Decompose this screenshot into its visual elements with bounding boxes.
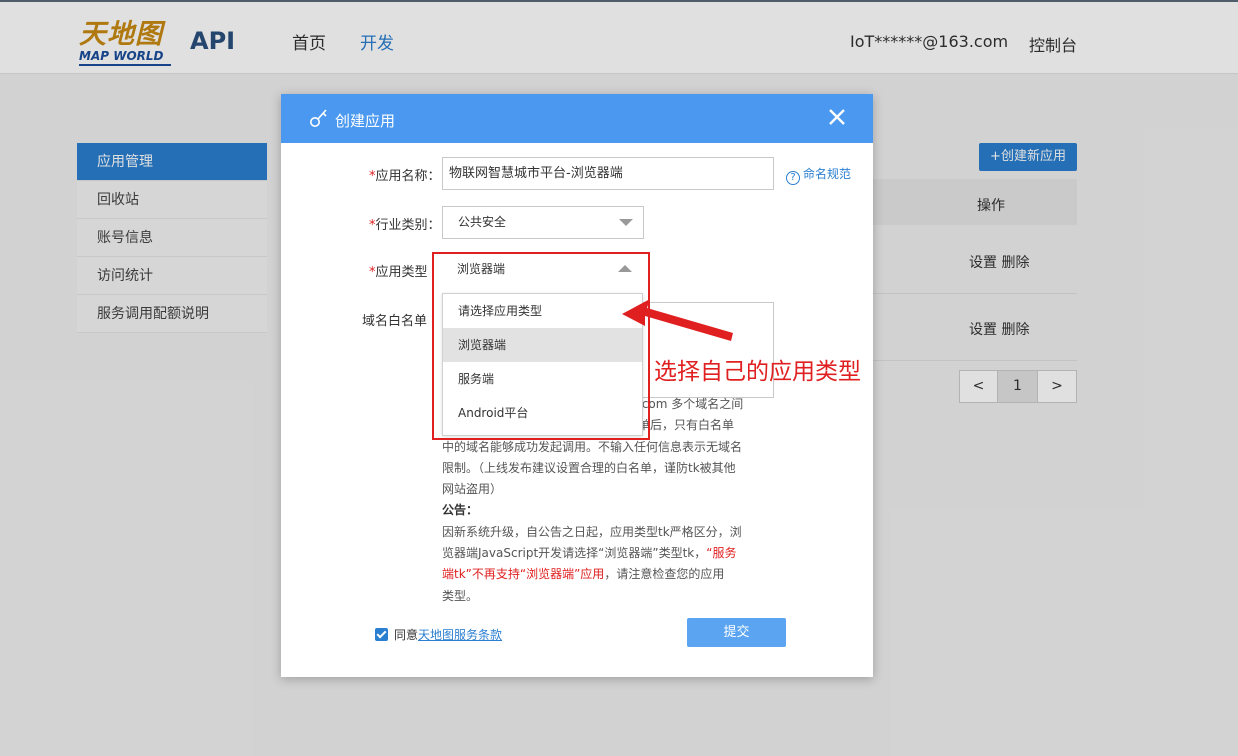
question-icon: ? <box>786 171 800 185</box>
app-type-label: *应用类型 <box>369 265 428 280</box>
submit-button[interactable]: 提交 <box>687 618 786 647</box>
announcement-line: 览器端JavaScript开发请选择“浏览器端”类型tk，“服务 <box>442 546 737 561</box>
agree-prefix: 同意 <box>394 628 419 642</box>
app-name-input[interactable]: 物联网智慧城市平台-浏览器端 <box>442 157 774 190</box>
note-line: 网站盗用） <box>442 482 503 497</box>
modal-title: 创建应用 <box>335 112 396 130</box>
industry-select[interactable]: 公共安全 <box>442 206 644 239</box>
announcement-line: 端tk”不再支持“浏览器端”应用，请注意检查您的应用 <box>442 567 725 582</box>
naming-rule-link[interactable]: ? 命名规范 <box>786 165 851 185</box>
industry-selected-value: 公共安全 <box>458 215 507 229</box>
app-name-label: *应用名称： <box>369 169 441 184</box>
terms-link[interactable]: 天地图服务条款 <box>418 628 502 642</box>
announcement-line: 因新系统升级，自公告之日起，应用类型tk严格区分，浏 <box>442 524 742 539</box>
domain-whitelist-label: 域名白名单 <box>362 314 428 329</box>
key-icon <box>310 109 327 127</box>
chevron-down-icon <box>619 219 633 226</box>
annotation-text: 选择自己的应用类型 <box>654 359 861 385</box>
note-line: 限制。（上线发布建议设置合理的白名单，谨防tk被其他 <box>442 460 736 475</box>
terms-agreement: 同意天地图服务条款 <box>375 626 502 643</box>
announcement-title: 公告： <box>442 503 479 518</box>
agree-checkbox[interactable] <box>375 628 388 641</box>
industry-label: *行业类别： <box>369 218 441 233</box>
close-icon[interactable] <box>826 106 848 128</box>
highlight-box <box>432 252 650 440</box>
modal-header: 创建应用 <box>281 94 873 143</box>
announcement-line: 类型。 <box>442 588 479 603</box>
